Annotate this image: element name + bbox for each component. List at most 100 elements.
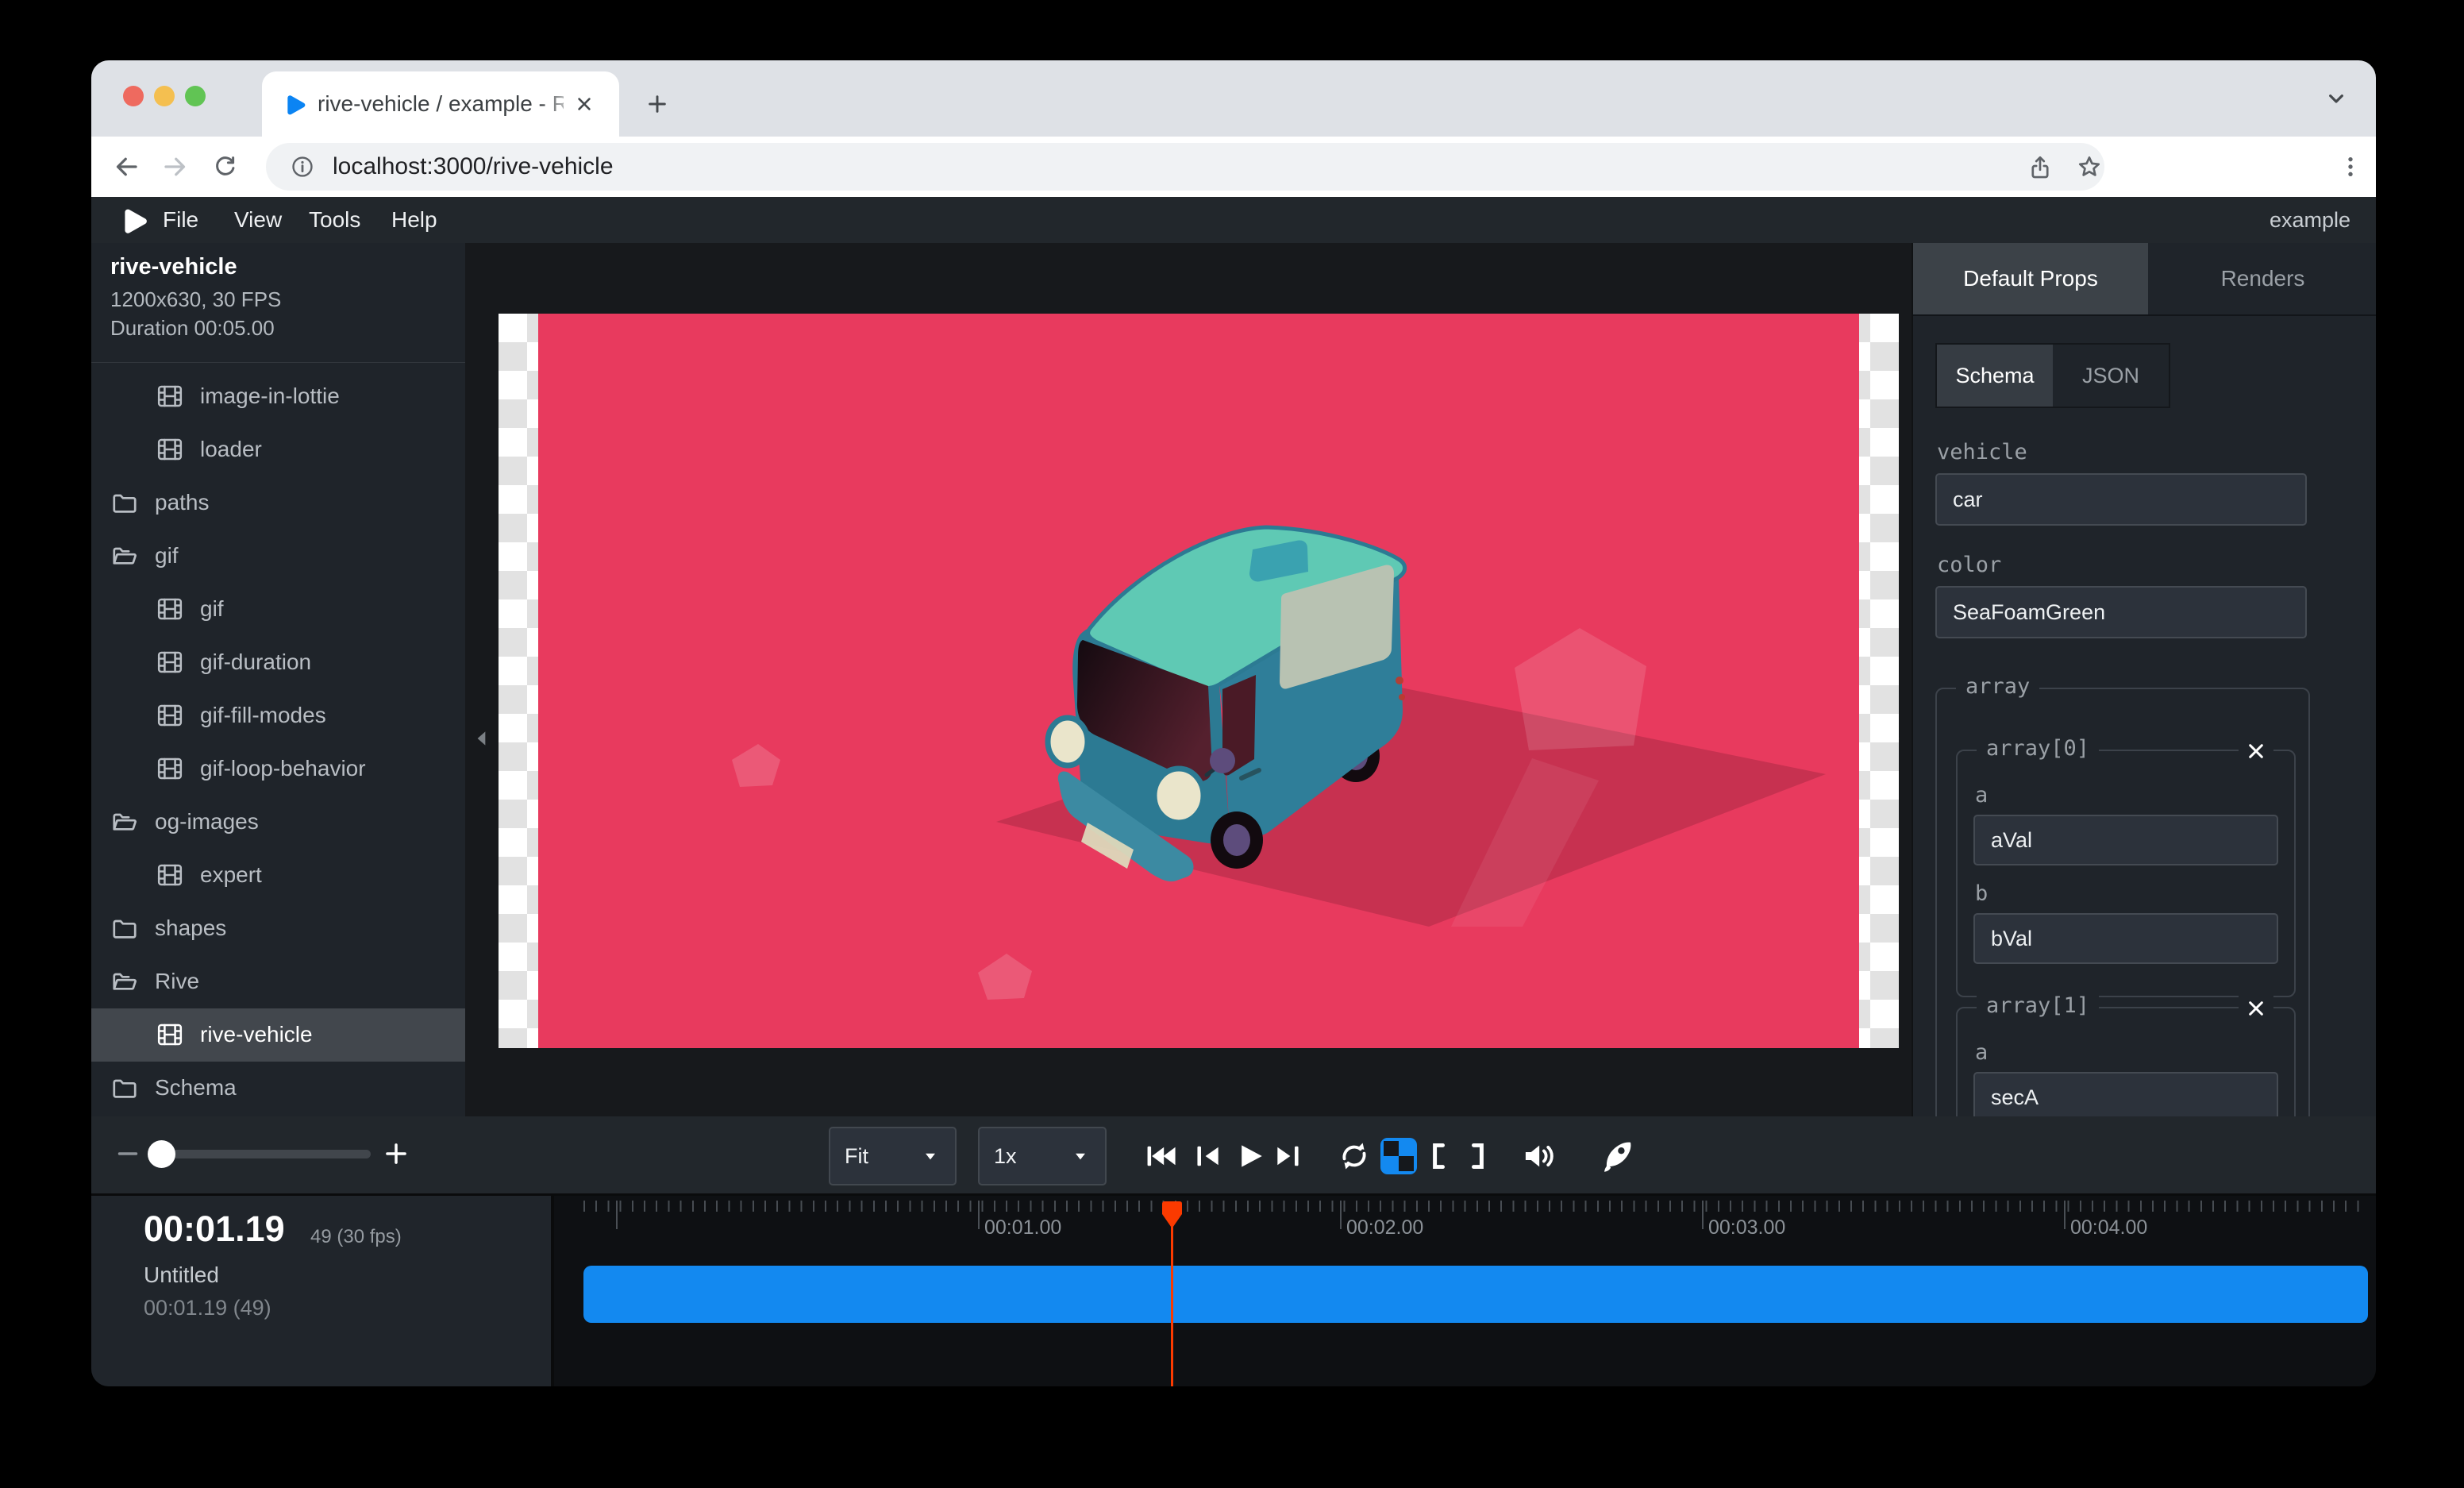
menu-item-file[interactable]: File	[163, 207, 198, 233]
timeline-ruler[interactable]	[583, 1201, 2368, 1212]
sidebar-item-rive-vehicle[interactable]: rive-vehicle	[91, 1008, 465, 1062]
props-panel: Default Props Renders Schema JSON vehicl…	[1912, 243, 2376, 1116]
desktop: rive-vehicle / example - Remoti localhos…	[0, 0, 2464, 1488]
sidebar-item-image-in-lottie[interactable]: image-in-lottie	[91, 370, 465, 423]
track-time-range: 00:01.19 (49)	[144, 1296, 271, 1320]
compositions-sidebar: rive-vehicle 1200x630, 30 FPS Duration 0…	[91, 243, 466, 1116]
remotion-logo-icon[interactable]	[117, 204, 148, 236]
bookmark-star-button[interactable]	[2074, 152, 2104, 183]
browser-menu-dots-button[interactable]	[2335, 151, 2366, 183]
array-1-legend: array[1]	[1977, 993, 2099, 1018]
forward-button[interactable]	[160, 151, 191, 183]
back-button[interactable]	[110, 151, 142, 183]
transparency-checkerboard-toggle[interactable]	[1377, 1135, 1420, 1178]
playhead-line[interactable]	[1171, 1202, 1173, 1386]
url-pill[interactable]: localhost:3000/rive-vehicle	[266, 143, 2104, 191]
array-0-fieldset: array[0] a b	[1956, 750, 2296, 997]
array-0-remove-button[interactable]	[2239, 734, 2273, 769]
zoom-in-button[interactable]	[380, 1138, 412, 1170]
sidebar-item-label: og-images	[155, 809, 259, 835]
sidebar-item-label: gif	[200, 596, 224, 622]
traffic-light-zoom[interactable]	[185, 86, 206, 106]
sidebar-item-label: loader	[200, 437, 262, 462]
playhead-marker[interactable]	[1161, 1201, 1183, 1229]
sidebar-item-label: gif-fill-modes	[200, 703, 326, 728]
array-0-a-label: a	[1975, 783, 1988, 808]
zoom-slider-thumb[interactable]	[148, 1140, 175, 1168]
share-button[interactable]	[2025, 152, 2055, 183]
vehicle-field-input[interactable]	[1935, 473, 2307, 526]
sidebar-item-og-images[interactable]: og-images	[91, 796, 465, 849]
sidebar-item-gif-duration[interactable]: gif-duration	[91, 636, 465, 689]
speed-dropdown-value: 1x	[994, 1144, 1017, 1169]
play-button[interactable]	[1230, 1136, 1269, 1176]
new-tab-button[interactable]	[643, 90, 672, 118]
sidebar-item-loader[interactable]: loader	[91, 423, 465, 476]
sidebar-item-expert[interactable]: expert	[91, 849, 465, 902]
timeline-info-panel: 00:01.19 49 (30 fps) Untitled 00:01.19 (…	[91, 1196, 551, 1386]
timeline-track-bar[interactable]	[583, 1266, 2368, 1323]
sidebar-item-gif-folder[interactable]: gif	[91, 530, 465, 583]
pentagon-left	[732, 744, 780, 787]
zoom-out-button[interactable]	[112, 1138, 144, 1170]
subtab-schema[interactable]: Schema	[1937, 345, 2053, 407]
array-0-b-input[interactable]	[1973, 913, 2278, 964]
sidebar-item-gif[interactable]: gif	[91, 583, 465, 636]
tab-default-props-label: Default Props	[1963, 266, 2098, 291]
tab-renders-label: Renders	[2221, 266, 2305, 291]
fit-dropdown[interactable]: Fit	[829, 1127, 957, 1185]
traffic-light-minimize[interactable]	[154, 86, 175, 106]
sidebar-item-label: Rive	[155, 969, 199, 994]
film-icon	[156, 382, 184, 411]
sidebar-item-gif-loop-behavior[interactable]: gif-loop-behavior	[91, 742, 465, 796]
volume-button[interactable]	[1519, 1136, 1558, 1176]
speed-dropdown[interactable]: 1x	[978, 1127, 1107, 1185]
sidebar-item-paths[interactable]: paths	[91, 476, 465, 530]
skip-to-start-button[interactable]	[1141, 1136, 1180, 1176]
traffic-light-close[interactable]	[123, 86, 144, 106]
film-icon	[156, 754, 184, 783]
rocket-render-button[interactable]	[1596, 1135, 1639, 1178]
array-0-a-input[interactable]	[1973, 815, 2278, 865]
loop-toggle-button[interactable]	[1334, 1136, 1374, 1176]
in-point-bracket-button[interactable]	[1419, 1136, 1458, 1176]
collapse-left-panel-icon[interactable]	[472, 726, 492, 751]
tab-renders[interactable]: Renders	[2148, 243, 2376, 314]
vehicle-illustration	[538, 314, 1859, 1048]
film-icon	[156, 648, 184, 677]
timeline-track-area[interactable]: 00:01.00 00:02.00 00:03.00 00:04.00	[554, 1196, 2376, 1386]
browser-tab[interactable]: rive-vehicle / example - Remoti	[262, 71, 619, 137]
previous-frame-button[interactable]	[1187, 1136, 1226, 1176]
ruler-major-tick	[616, 1201, 618, 1229]
vehicle-field-label: vehicle	[1937, 440, 2027, 465]
sidebar-item-rive-folder[interactable]: Rive	[91, 955, 465, 1008]
favicon-remotion-logo-icon	[281, 91, 306, 117]
sidebar-item-label: image-in-lottie	[200, 384, 340, 409]
menu-item-view[interactable]: View	[234, 207, 282, 233]
subtab-json[interactable]: JSON	[2053, 345, 2169, 407]
array-1-fieldset: array[1] a b	[1956, 1007, 2296, 1116]
sidebar-item-schema-folder[interactable]: Schema	[91, 1062, 465, 1115]
folder-open-icon	[110, 967, 139, 996]
sidebar-item-shapes[interactable]: shapes	[91, 902, 465, 955]
tab-strip: rive-vehicle / example - Remoti	[91, 60, 2376, 137]
zoom-slider-track[interactable]	[160, 1150, 371, 1158]
menu-item-tools[interactable]: Tools	[309, 207, 360, 233]
composition-name: rive-vehicle	[110, 254, 237, 280]
tab-close-icon[interactable]	[573, 93, 595, 115]
tab-default-props[interactable]: Default Props	[1913, 243, 2148, 314]
browser-window: rive-vehicle / example - Remoti localhos…	[91, 60, 2376, 1386]
array-1-a-input[interactable]	[1973, 1072, 2278, 1116]
array-1-remove-button[interactable]	[2239, 991, 2273, 1026]
tab-search-chevron-icon[interactable]	[2320, 83, 2352, 114]
jump-to-end-button[interactable]	[1269, 1136, 1309, 1176]
reload-button[interactable]	[209, 151, 241, 183]
out-point-bracket-button[interactable]	[1458, 1136, 1498, 1176]
ruler-label: 00:01.00	[984, 1216, 1061, 1239]
url-text[interactable]: localhost:3000/rive-vehicle	[333, 153, 614, 180]
sidebar-item-label: gif-loop-behavior	[200, 756, 366, 781]
site-info-icon[interactable]	[290, 154, 315, 179]
color-field-input[interactable]	[1935, 586, 2307, 638]
menu-item-help[interactable]: Help	[391, 207, 437, 233]
sidebar-item-gif-fill-modes[interactable]: gif-fill-modes	[91, 689, 465, 742]
